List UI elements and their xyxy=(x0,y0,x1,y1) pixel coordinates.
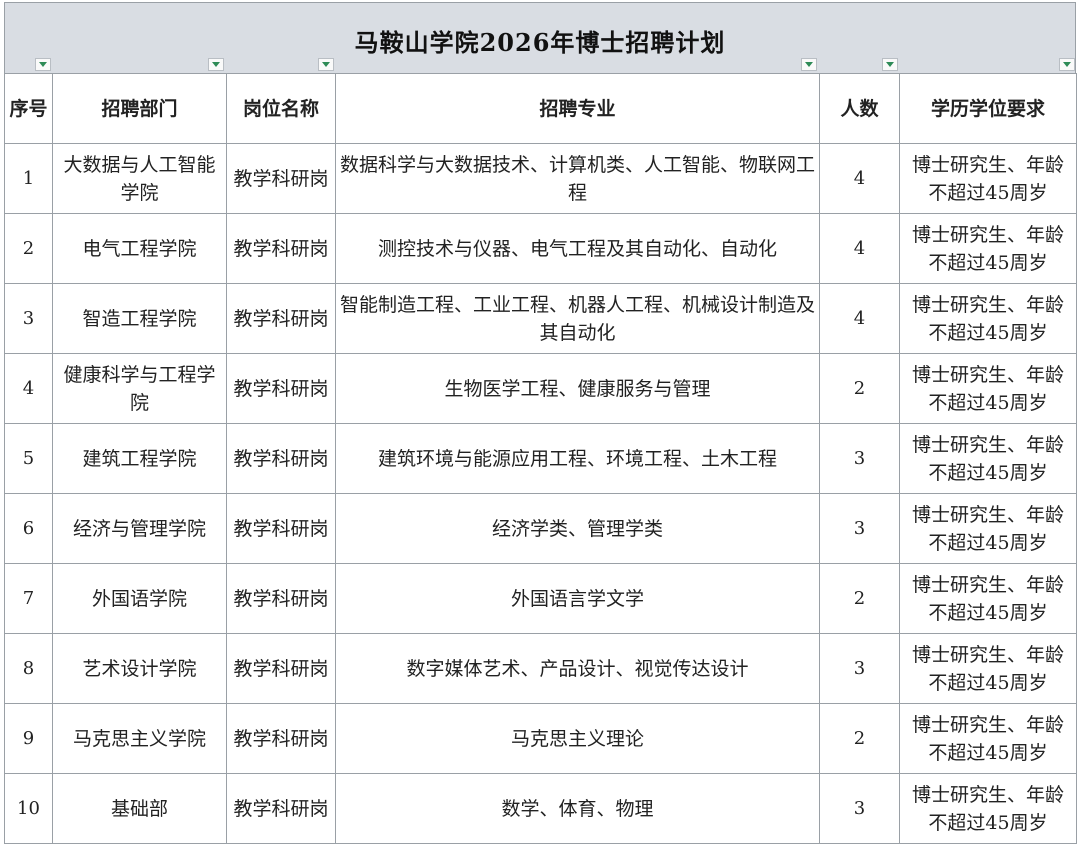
filter-dropdown-icon[interactable] xyxy=(801,58,817,71)
cell-count[interactable]: 3 xyxy=(819,423,900,494)
cell-major[interactable]: 生物医学工程、健康服务与管理 xyxy=(335,353,820,424)
col-header-dept[interactable]: 招聘部门 xyxy=(52,73,227,144)
cell-post[interactable]: 教学科研岗 xyxy=(226,213,336,284)
table-row: 5 建筑工程学院 教学科研岗 建筑环境与能源应用工程、环境工程、土木工程 3 博… xyxy=(4,423,1077,494)
filter-dropdown-icon[interactable] xyxy=(208,58,224,71)
cell-no[interactable]: 1 xyxy=(4,143,53,214)
cell-requirement[interactable]: 博士研究生、年龄不超过45周岁 xyxy=(899,563,1077,634)
col-header-count[interactable]: 人数 xyxy=(819,73,900,144)
cell-major[interactable]: 经济学类、管理学类 xyxy=(335,493,820,564)
cell-dept[interactable]: 外国语学院 xyxy=(52,563,227,634)
cell-count[interactable]: 4 xyxy=(819,283,900,354)
cell-post[interactable]: 教学科研岗 xyxy=(226,633,336,704)
cell-requirement[interactable]: 博士研究生、年龄不超过45周岁 xyxy=(899,703,1077,774)
col-header-no[interactable]: 序号 xyxy=(4,73,53,144)
cell-no[interactable]: 9 xyxy=(4,703,53,774)
cell-requirement[interactable]: 博士研究生、年龄不超过45周岁 xyxy=(899,143,1077,214)
cell-dept[interactable]: 智造工程学院 xyxy=(52,283,227,354)
cell-requirement[interactable]: 博士研究生、年龄不超过45周岁 xyxy=(899,493,1077,564)
cell-requirement[interactable]: 博士研究生、年龄不超过45周岁 xyxy=(899,353,1077,424)
cell-major[interactable]: 测控技术与仪器、电气工程及其自动化、自动化 xyxy=(335,213,820,284)
cell-major[interactable]: 外国语言学文学 xyxy=(335,563,820,634)
table-row: 7 外国语学院 教学科研岗 外国语言学文学 2 博士研究生、年龄不超过45周岁 xyxy=(4,563,1077,634)
cell-post[interactable]: 教学科研岗 xyxy=(226,283,336,354)
cell-count[interactable]: 3 xyxy=(819,773,900,844)
cell-requirement[interactable]: 博士研究生、年龄不超过45周岁 xyxy=(899,773,1077,844)
cell-dept[interactable]: 大数据与人工智能学院 xyxy=(52,143,227,214)
cell-post[interactable]: 教学科研岗 xyxy=(226,353,336,424)
cell-post[interactable]: 教学科研岗 xyxy=(226,703,336,774)
cell-dept[interactable]: 电气工程学院 xyxy=(52,213,227,284)
cell-requirement[interactable]: 博士研究生、年龄不超过45周岁 xyxy=(899,283,1077,354)
filter-dropdown-icon[interactable] xyxy=(318,58,334,71)
col-header-post[interactable]: 岗位名称 xyxy=(226,73,336,144)
table-row: 8 艺术设计学院 教学科研岗 数字媒体艺术、产品设计、视觉传达设计 3 博士研究… xyxy=(4,633,1077,704)
col-header-requirement[interactable]: 学历学位要求 xyxy=(899,73,1077,144)
table-row: 3 智造工程学院 教学科研岗 智能制造工程、工业工程、机器人工程、机械设计制造及… xyxy=(4,283,1077,354)
cell-dept[interactable]: 马克思主义学院 xyxy=(52,703,227,774)
cell-major[interactable]: 数学、体育、物理 xyxy=(335,773,820,844)
cell-major[interactable]: 建筑环境与能源应用工程、环境工程、土木工程 xyxy=(335,423,820,494)
cell-major[interactable]: 马克思主义理论 xyxy=(335,703,820,774)
cell-post[interactable]: 教学科研岗 xyxy=(226,563,336,634)
cell-dept[interactable]: 基础部 xyxy=(52,773,227,844)
cell-requirement[interactable]: 博士研究生、年龄不超过45周岁 xyxy=(899,423,1077,494)
cell-count[interactable]: 3 xyxy=(819,493,900,564)
cell-no[interactable]: 4 xyxy=(4,353,53,424)
cell-dept[interactable]: 健康科学与工程学院 xyxy=(52,353,227,424)
cell-dept[interactable]: 经济与管理学院 xyxy=(52,493,227,564)
filter-dropdown-icon[interactable] xyxy=(882,58,898,71)
cell-count[interactable]: 4 xyxy=(819,213,900,284)
cell-count[interactable]: 2 xyxy=(819,353,900,424)
cell-no[interactable]: 10 xyxy=(4,773,53,844)
cell-major[interactable]: 数据科学与大数据技术、计算机类、人工智能、物联网工程 xyxy=(335,143,820,214)
recruitment-table: 序号 招聘部门 岗位名称 招聘专业 人数 学历学位要求 1 大数据与人工智能学院… xyxy=(4,73,1077,844)
cell-no[interactable]: 3 xyxy=(4,283,53,354)
cell-post[interactable]: 教学科研岗 xyxy=(226,493,336,564)
cell-post[interactable]: 教学科研岗 xyxy=(226,773,336,844)
table-row: 4 健康科学与工程学院 教学科研岗 生物医学工程、健康服务与管理 2 博士研究生… xyxy=(4,353,1077,424)
filter-dropdown-icon[interactable] xyxy=(1059,58,1075,71)
cell-post[interactable]: 教学科研岗 xyxy=(226,423,336,494)
sheet-title: 马鞍山学院2026年博士招聘计划 xyxy=(354,28,726,57)
cell-post[interactable]: 教学科研岗 xyxy=(226,143,336,214)
spreadsheet: 马鞍山学院2026年博士招聘计划 序号 招聘部门 岗位名称 招聘专业 人数 学历… xyxy=(4,2,1077,844)
cell-count[interactable]: 4 xyxy=(819,143,900,214)
filter-dropdown-icon[interactable] xyxy=(35,58,51,71)
table-row: 2 电气工程学院 教学科研岗 测控技术与仪器、电气工程及其自动化、自动化 4 博… xyxy=(4,213,1077,284)
cell-requirement[interactable]: 博士研究生、年龄不超过45周岁 xyxy=(899,633,1077,704)
cell-count[interactable]: 3 xyxy=(819,633,900,704)
table-row: 10 基础部 教学科研岗 数学、体育、物理 3 博士研究生、年龄不超过45周岁 xyxy=(4,773,1077,844)
cell-no[interactable]: 8 xyxy=(4,633,53,704)
cell-count[interactable]: 2 xyxy=(819,703,900,774)
cell-no[interactable]: 6 xyxy=(4,493,53,564)
cell-dept[interactable]: 艺术设计学院 xyxy=(52,633,227,704)
table-row: 9 马克思主义学院 教学科研岗 马克思主义理论 2 博士研究生、年龄不超过45周… xyxy=(4,703,1077,774)
cell-requirement[interactable]: 博士研究生、年龄不超过45周岁 xyxy=(899,213,1077,284)
header-row: 序号 招聘部门 岗位名称 招聘专业 人数 学历学位要求 xyxy=(4,73,1077,144)
cell-no[interactable]: 5 xyxy=(4,423,53,494)
col-header-major[interactable]: 招聘专业 xyxy=(335,73,820,144)
cell-count[interactable]: 2 xyxy=(819,563,900,634)
cell-no[interactable]: 2 xyxy=(4,213,53,284)
cell-no[interactable]: 7 xyxy=(4,563,53,634)
cell-major[interactable]: 智能制造工程、工业工程、机器人工程、机械设计制造及其自动化 xyxy=(335,283,820,354)
cell-dept[interactable]: 建筑工程学院 xyxy=(52,423,227,494)
cell-major[interactable]: 数字媒体艺术、产品设计、视觉传达设计 xyxy=(335,633,820,704)
table-row: 1 大数据与人工智能学院 教学科研岗 数据科学与大数据技术、计算机类、人工智能、… xyxy=(4,143,1077,214)
table-row: 6 经济与管理学院 教学科研岗 经济学类、管理学类 3 博士研究生、年龄不超过4… xyxy=(4,493,1077,564)
title-row: 马鞍山学院2026年博士招聘计划 xyxy=(4,2,1076,73)
